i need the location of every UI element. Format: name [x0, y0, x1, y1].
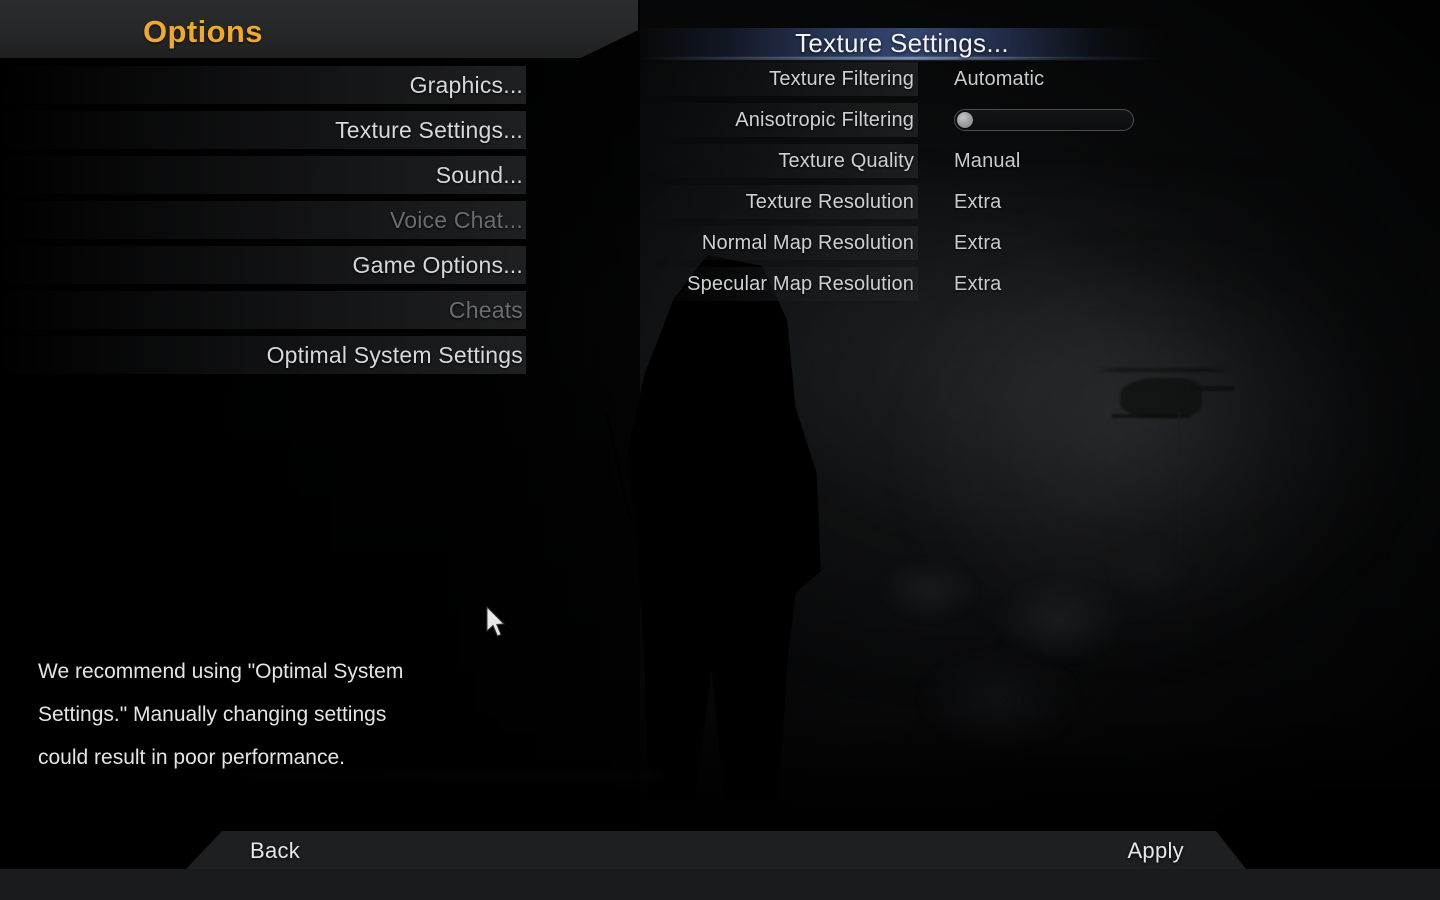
menu-item-optimal-system-settings[interactable]: Optimal System Settings — [0, 336, 526, 374]
texture-settings-panel: Texture Settings... Texture Filtering Aut… — [640, 24, 1200, 308]
setting-value[interactable]: Manual — [954, 150, 1021, 173]
setting-row: Texture Resolution Extra — [640, 185, 1200, 219]
setting-label: Anisotropic Filtering — [735, 108, 914, 131]
menu-item-label: Optimal System Settings — [266, 341, 523, 368]
menu-item-sound[interactable]: Sound... — [0, 156, 526, 194]
setting-label: Normal Map Resolution — [701, 231, 914, 254]
menu-item-label: Game Options... — [352, 251, 523, 278]
menu-item-texture-settings[interactable]: Texture Settings... — [0, 111, 526, 149]
setting-label: Texture Quality — [778, 149, 914, 172]
setting-row: Normal Map Resolution Extra — [640, 226, 1200, 260]
page-title: Options — [143, 14, 263, 49]
recommendation-line-1: We recommend using "Optimal System — [38, 660, 404, 683]
setting-value[interactable]: Extra — [954, 191, 1001, 214]
recommendation-line-3: could result in poor performance. — [38, 746, 345, 769]
menu-item-label: Voice Chat... — [389, 206, 523, 233]
back-button[interactable]: Back — [250, 838, 300, 864]
menu-item-label: Sound... — [435, 161, 523, 188]
options-menu-list: Graphics... Texture Settings... Sound... Vo… — [0, 66, 526, 381]
panel-title-text: Texture Settings... — [795, 28, 1009, 58]
game-options-screen: Options Graphics... Texture Settings... So… — [0, 0, 1440, 900]
setting-value[interactable]: Extra — [954, 273, 1001, 296]
setting-label-button-normal-map-resolution[interactable]: Normal Map Resolution — [640, 226, 918, 260]
menu-item-label: Texture Settings... — [335, 116, 523, 143]
anisotropic-filtering-slider[interactable] — [954, 109, 1134, 131]
panel-title: Texture Settings... — [640, 24, 1200, 62]
setting-label-button-anisotropic-filtering[interactable]: Anisotropic Filtering — [640, 103, 918, 137]
setting-label: Specular Map Resolution — [687, 272, 914, 295]
setting-label: Texture Resolution — [745, 190, 914, 213]
setting-value[interactable]: Automatic — [954, 68, 1044, 91]
setting-label-button-texture-quality[interactable]: Texture Quality — [640, 144, 918, 178]
menu-item-game-options[interactable]: Game Options... — [0, 246, 526, 284]
menu-item-voice-chat: Voice Chat... — [0, 201, 526, 239]
recommendation-text: We recommend using "Optimal System Setti… — [38, 650, 508, 779]
recommendation-line-2: Settings." Manually changing settings — [38, 703, 387, 726]
setting-label-button-specular-map-resolution[interactable]: Specular Map Resolution — [640, 267, 918, 301]
setting-row: Texture Quality Manual — [640, 144, 1200, 178]
setting-label-button-texture-filtering[interactable]: Texture Filtering — [640, 62, 918, 96]
footer-base-strip — [0, 869, 1440, 900]
setting-label: Texture Filtering — [769, 67, 914, 90]
menu-item-graphics[interactable]: Graphics... — [0, 66, 526, 104]
setting-row: Specular Map Resolution Extra — [640, 267, 1200, 301]
menu-item-label: Cheats — [448, 296, 523, 323]
setting-row: Anisotropic Filtering — [640, 103, 1200, 137]
options-header-bar — [0, 0, 638, 58]
setting-value[interactable]: Extra — [954, 232, 1001, 255]
menu-item-label: Graphics... — [409, 71, 523, 98]
setting-row: Texture Filtering Automatic — [640, 62, 1200, 96]
apply-button[interactable]: Apply — [1127, 838, 1184, 864]
settings-rows: Texture Filtering Automatic Anisotropic Fi… — [640, 62, 1200, 301]
slider-handle[interactable] — [957, 112, 973, 128]
setting-label-button-texture-resolution[interactable]: Texture Resolution — [640, 185, 918, 219]
menu-item-cheats: Cheats — [0, 291, 526, 329]
